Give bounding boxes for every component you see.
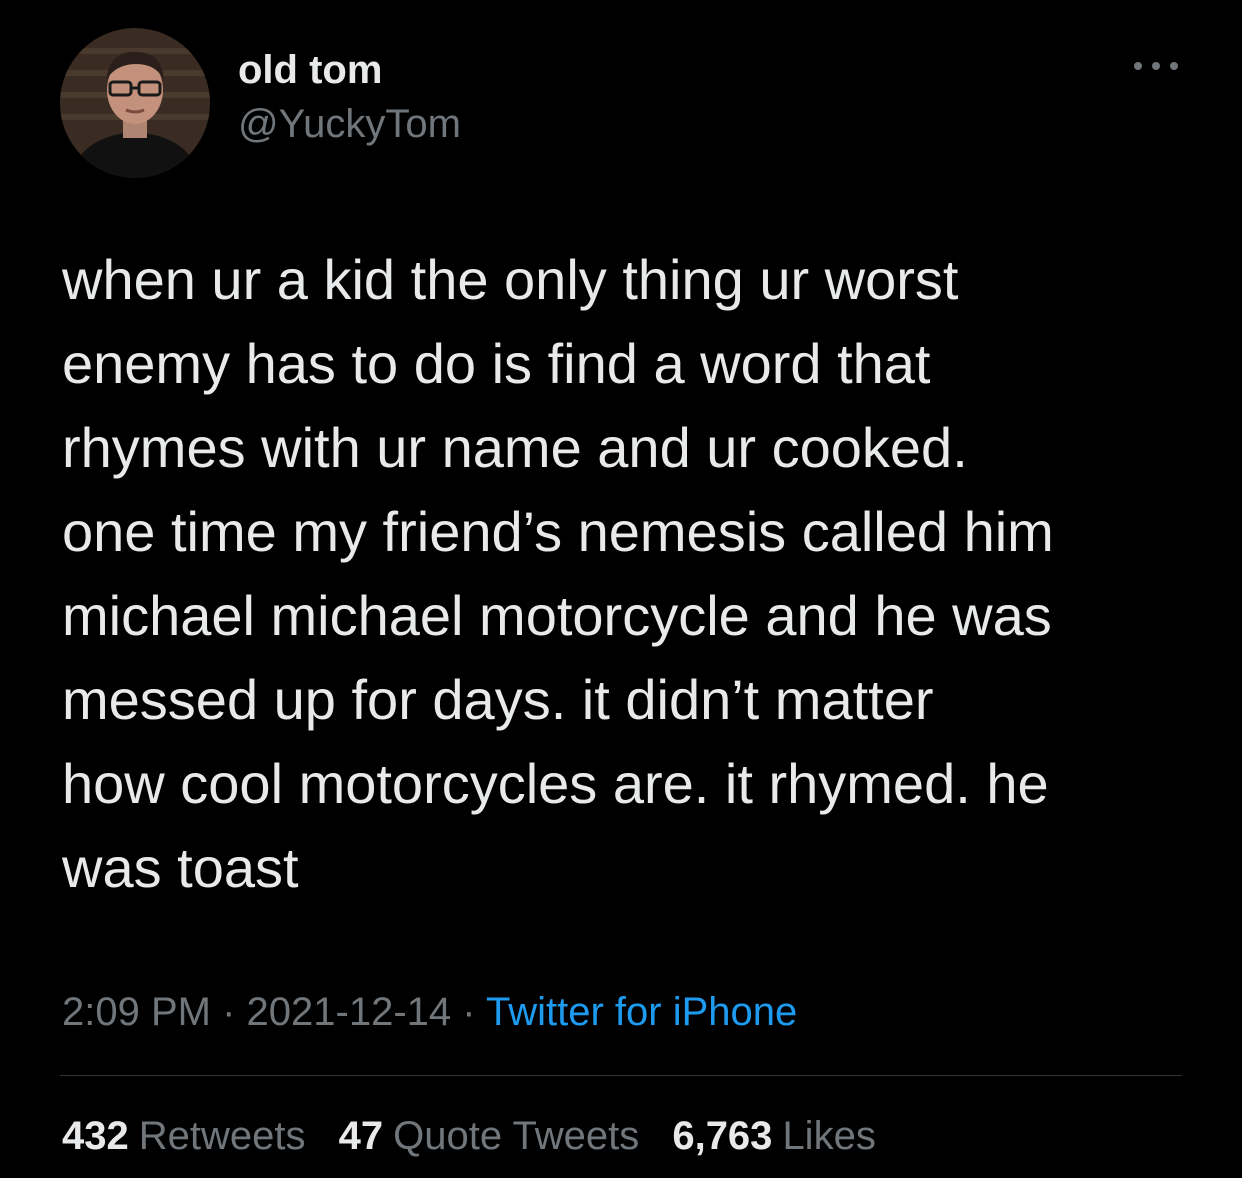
quote-tweets-stat[interactable]: 47 Quote Tweets (339, 1110, 640, 1162)
tweet-date[interactable]: 2021-12-14 (247, 990, 452, 1034)
meta-separator: · (222, 990, 236, 1034)
author-display-name[interactable]: old tom (238, 46, 382, 94)
tweet-time[interactable]: 2:09 PM (62, 990, 211, 1034)
tweet-card: old tom @YuckyTom when ur a kid the only… (0, 0, 1242, 1178)
quote-tweets-count: 47 (338, 1114, 384, 1158)
retweets-label: Retweets (138, 1114, 306, 1158)
meta-separator: · (462, 990, 476, 1034)
author-handle[interactable]: @YuckyTom (238, 100, 461, 148)
tweet-meta: 2:09 PM · 2021-12-14 · Twitter for iPhon… (62, 986, 797, 1038)
likes-label: Likes (782, 1114, 876, 1158)
retweets-count: 432 (62, 1114, 129, 1158)
retweets-stat[interactable]: 432 Retweets (62, 1110, 306, 1162)
more-options-button[interactable] (1128, 48, 1184, 84)
avatar[interactable] (60, 28, 210, 178)
more-horizontal-icon (1134, 62, 1178, 70)
tweet-stats: 432 Retweets 47 Quote Tweets 6,763 Likes (62, 1110, 898, 1162)
tweet-text: when ur a kid the only thing ur worst en… (62, 248, 1054, 899)
likes-count: 6,763 (672, 1114, 773, 1158)
divider (60, 1075, 1182, 1076)
quote-tweets-label: Quote Tweets (393, 1114, 640, 1158)
tweet-source-link[interactable]: Twitter for iPhone (486, 990, 797, 1034)
likes-stat[interactable]: 6,763 Likes (672, 1110, 876, 1162)
avatar-photo (60, 28, 210, 178)
